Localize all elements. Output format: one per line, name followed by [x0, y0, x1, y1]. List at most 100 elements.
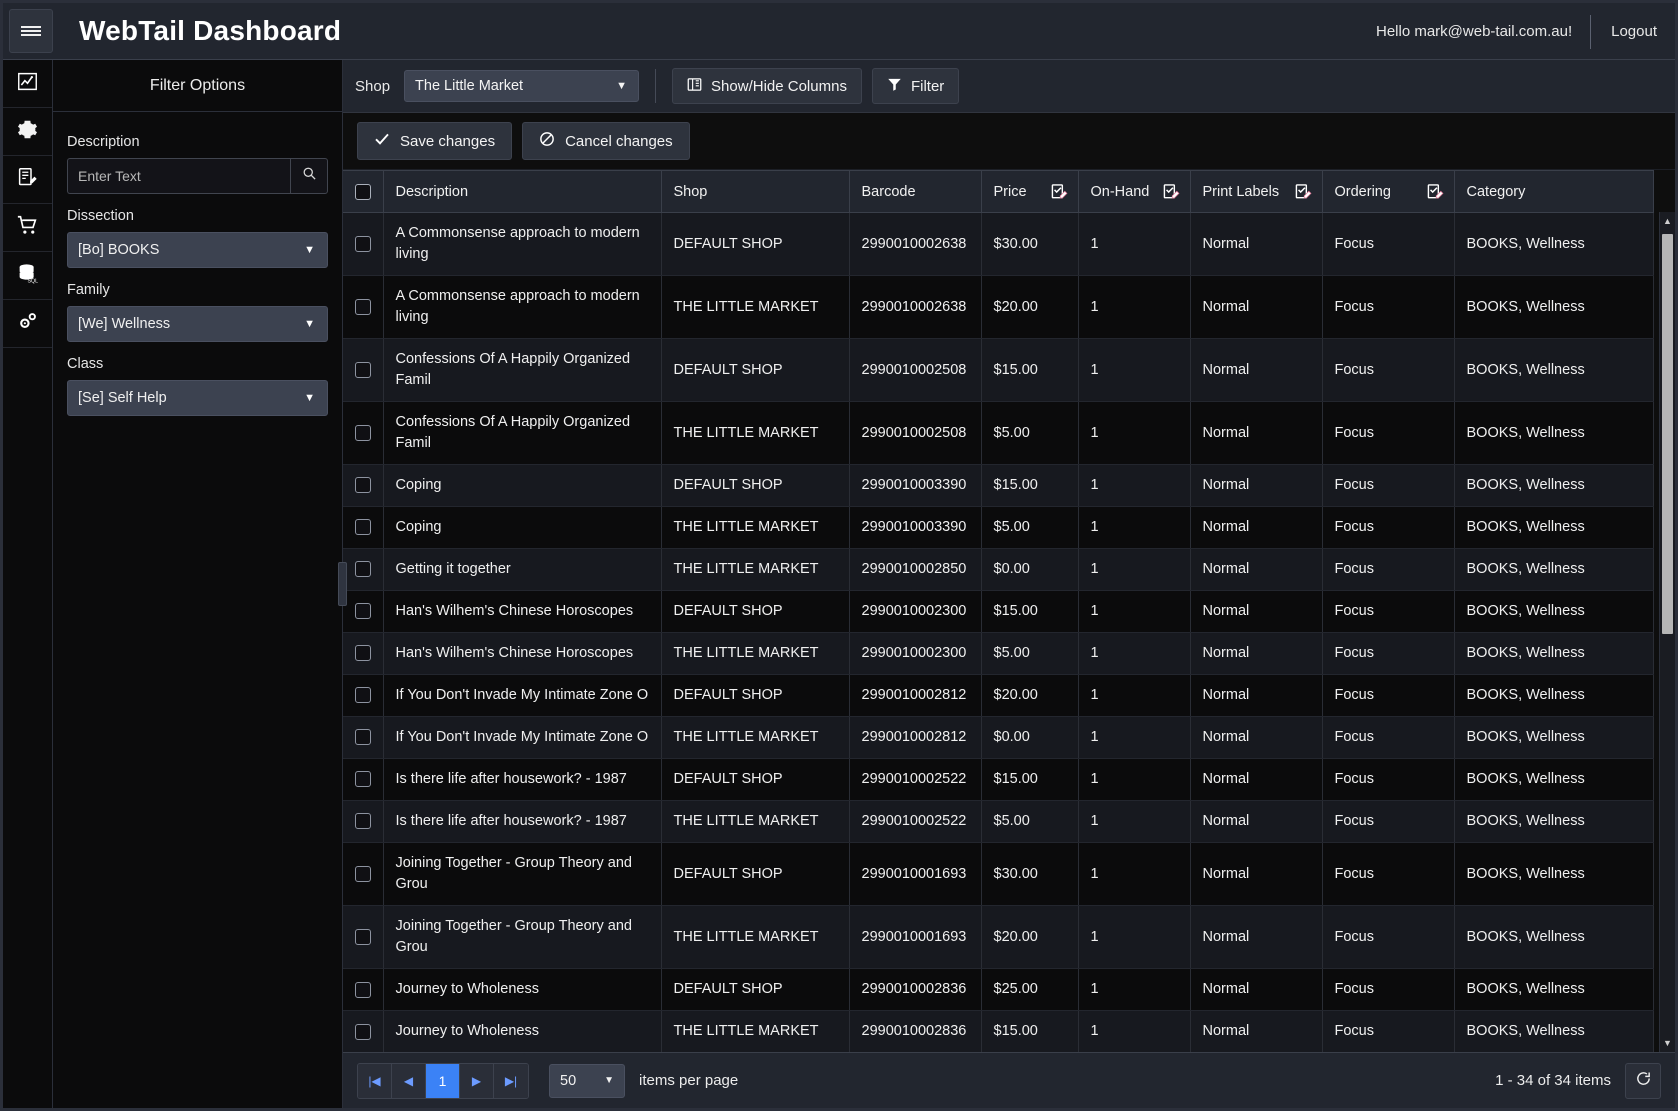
row-checkbox[interactable] [355, 813, 371, 830]
bulk-edit-icon[interactable] [1427, 183, 1444, 200]
table-row[interactable]: Coping THE LITTLE MARKET 2990010003390 $5.0… [343, 506, 1654, 550]
cell-print-labels[interactable]: Normal [1190, 905, 1323, 970]
cell-print-labels[interactable]: Normal [1190, 1010, 1323, 1052]
cancel-changes-button[interactable]: Cancel changes [522, 122, 690, 160]
row-checkbox[interactable] [355, 298, 371, 315]
cell-on-hand[interactable]: 1 [1078, 548, 1191, 592]
cell-on-hand[interactable]: 1 [1078, 212, 1191, 277]
row-checkbox[interactable] [355, 361, 371, 378]
save-changes-button[interactable]: Save changes [357, 122, 513, 160]
sidebar-item-settings[interactable] [3, 108, 52, 156]
row-checkbox[interactable] [355, 603, 371, 620]
scroll-down-icon[interactable]: ▼ [1660, 1034, 1675, 1052]
cell-ordering[interactable]: Focus [1322, 842, 1455, 907]
cell-ordering[interactable]: Focus [1322, 590, 1455, 634]
class-dropdown[interactable]: [Se] Self Help ▼ [67, 380, 328, 416]
column-header-price[interactable]: Price [981, 170, 1079, 213]
cell-ordering[interactable]: Focus [1322, 800, 1455, 844]
cell-ordering[interactable]: Focus [1322, 1010, 1455, 1052]
bulk-edit-icon[interactable] [1295, 183, 1312, 200]
hamburger-menu-icon[interactable] [9, 9, 53, 53]
cell-print-labels[interactable]: Normal [1190, 548, 1323, 592]
bulk-edit-icon[interactable] [1051, 183, 1068, 200]
table-row[interactable]: A Commonsense approach to modern living T… [343, 275, 1654, 340]
row-checkbox[interactable] [355, 729, 371, 746]
description-search-button[interactable] [290, 158, 328, 194]
cell-print-labels[interactable]: Normal [1190, 632, 1323, 676]
cell-print-labels[interactable]: Normal [1190, 464, 1323, 508]
page-number-1[interactable]: 1 [426, 1063, 460, 1098]
cell-ordering[interactable]: Focus [1322, 275, 1455, 340]
first-page-button[interactable]: |◀ [358, 1063, 392, 1098]
cell-print-labels[interactable]: Normal [1190, 506, 1323, 550]
logout-link[interactable]: Logout [1591, 23, 1657, 40]
cell-price[interactable]: $20.00 [981, 905, 1079, 970]
sidebar-item-sales[interactable] [3, 204, 52, 252]
row-checkbox[interactable] [355, 981, 371, 998]
column-header-ordering[interactable]: Ordering [1322, 170, 1455, 213]
cell-on-hand[interactable]: 1 [1078, 674, 1191, 718]
scroll-up-icon[interactable]: ▲ [1660, 212, 1675, 230]
table-row[interactable]: If You Don't Invade My Intimate Zone O DE… [343, 674, 1654, 718]
cell-price[interactable]: $25.00 [981, 968, 1079, 1012]
filter-button[interactable]: Filter [871, 68, 960, 104]
cell-price[interactable]: $20.00 [981, 674, 1079, 718]
cell-price[interactable]: $20.00 [981, 275, 1079, 340]
cell-price[interactable]: $0.00 [981, 716, 1079, 760]
cell-on-hand[interactable]: 1 [1078, 968, 1191, 1012]
cell-print-labels[interactable]: Normal [1190, 968, 1323, 1012]
cell-on-hand[interactable]: 1 [1078, 800, 1191, 844]
cell-ordering[interactable]: Focus [1322, 674, 1455, 718]
cell-on-hand[interactable]: 1 [1078, 506, 1191, 550]
row-checkbox[interactable] [355, 865, 371, 882]
cell-on-hand[interactable]: 1 [1078, 905, 1191, 970]
next-page-button[interactable]: ▶ [460, 1063, 494, 1098]
cell-price[interactable]: $15.00 [981, 1010, 1079, 1052]
cell-price[interactable]: $15.00 [981, 338, 1079, 403]
cell-print-labels[interactable]: Normal [1190, 590, 1323, 634]
select-all-checkbox[interactable] [355, 183, 371, 200]
cell-ordering[interactable]: Focus [1322, 632, 1455, 676]
sidebar-item-admin[interactable] [3, 300, 52, 348]
cell-on-hand[interactable]: 1 [1078, 758, 1191, 802]
sidebar-item-dashboard[interactable] [3, 60, 52, 108]
cell-on-hand[interactable]: 1 [1078, 338, 1191, 403]
row-checkbox[interactable] [355, 645, 371, 662]
table-row[interactable]: Is there life after housework? - 1987 DEF… [343, 758, 1654, 802]
panel-resize-handle[interactable] [338, 562, 347, 606]
row-checkbox[interactable] [355, 687, 371, 704]
row-checkbox[interactable] [355, 235, 371, 252]
row-checkbox[interactable] [355, 519, 371, 536]
table-row[interactable]: Confessions Of A Happily Organized Famil… [343, 338, 1654, 403]
cell-on-hand[interactable]: 1 [1078, 842, 1191, 907]
prev-page-button[interactable]: ◀ [392, 1063, 426, 1098]
column-header-on-hand[interactable]: On-Hand [1078, 170, 1191, 213]
bulk-edit-icon[interactable] [1163, 183, 1180, 200]
sidebar-item-reports[interactable] [3, 156, 52, 204]
cell-print-labels[interactable]: Normal [1190, 674, 1323, 718]
cell-ordering[interactable]: Focus [1322, 212, 1455, 277]
cell-on-hand[interactable]: 1 [1078, 401, 1191, 466]
cell-on-hand[interactable]: 1 [1078, 275, 1191, 340]
shop-dropdown[interactable]: The Little Market ▼ [404, 70, 640, 102]
cell-ordering[interactable]: Focus [1322, 716, 1455, 760]
table-row[interactable]: Is there life after housework? - 1987 THE… [343, 800, 1654, 844]
cell-price[interactable]: $30.00 [981, 212, 1079, 277]
cell-print-labels[interactable]: Normal [1190, 800, 1323, 844]
description-input[interactable] [67, 158, 290, 194]
cell-on-hand[interactable]: 1 [1078, 464, 1191, 508]
cell-ordering[interactable]: Focus [1322, 968, 1455, 1012]
column-header-shop[interactable]: Shop [661, 170, 850, 213]
cell-price[interactable]: $5.00 [981, 506, 1079, 550]
cell-print-labels[interactable]: Normal [1190, 842, 1323, 907]
page-size-dropdown[interactable]: 50 ▼ [549, 1063, 625, 1098]
cell-price[interactable]: $5.00 [981, 632, 1079, 676]
table-row[interactable]: Confessions Of A Happily Organized Famil… [343, 401, 1654, 466]
column-header-category[interactable]: Category [1454, 170, 1654, 213]
cell-ordering[interactable]: Focus [1322, 758, 1455, 802]
family-dropdown[interactable]: [We] Wellness ▼ [67, 306, 328, 342]
cell-on-hand[interactable]: 1 [1078, 1010, 1191, 1052]
cell-price[interactable]: $15.00 [981, 464, 1079, 508]
cell-price[interactable]: $5.00 [981, 800, 1079, 844]
cell-on-hand[interactable]: 1 [1078, 590, 1191, 634]
